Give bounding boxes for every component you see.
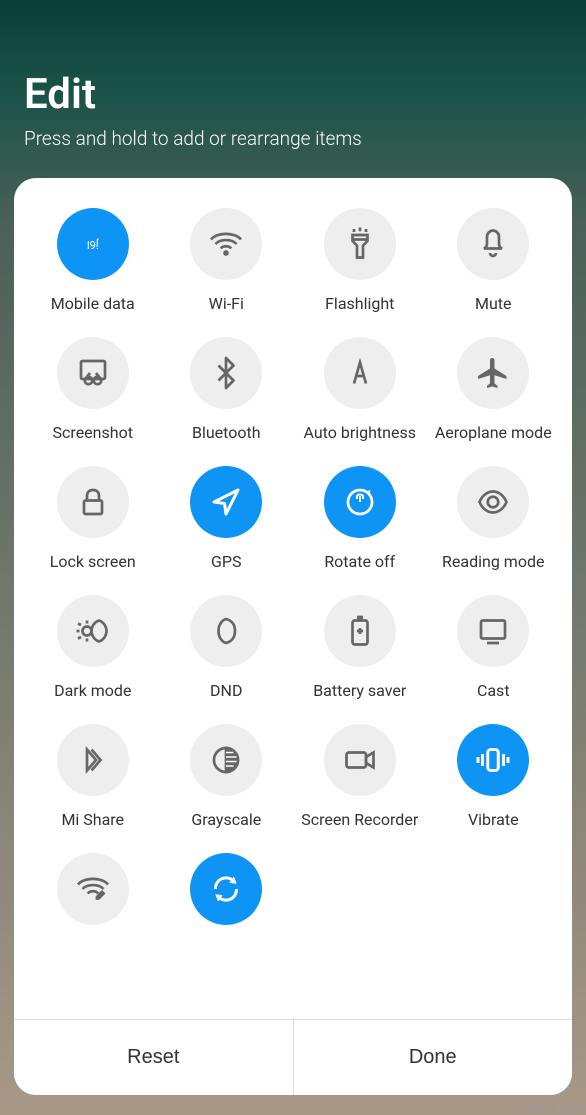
tile-bluetooth[interactable]: Bluetooth [160,337,294,442]
tile-label: Vibrate [468,810,519,829]
tile-label: Screenshot [53,423,133,442]
wifi-icon [190,208,262,280]
tile-dnd[interactable]: DND [160,595,294,700]
tile-label: Screen Recorder [301,810,418,829]
tile-wifi-edit[interactable] [26,853,160,939]
tile-gps[interactable]: GPS [160,466,294,571]
tile-label: Reading mode [442,552,544,571]
battery-icon [324,595,396,667]
tile-sync[interactable] [160,853,294,939]
tile-rotate[interactable]: Rotate off [293,466,427,571]
tile-wifi[interactable]: Wi-Fi [160,208,294,313]
tile-label: Lock screen [50,552,136,571]
tile-label: Cast [477,681,510,700]
tile-label: Mobile data [51,294,135,313]
tile-cast[interactable]: Cast [427,595,561,700]
screen-record-icon [324,724,396,796]
tile-label: Aeroplane mode [435,423,552,442]
rotate-icon [324,466,396,538]
tile-screen-record[interactable]: Screen Recorder [293,724,427,829]
tile-auto-brightness[interactable]: Auto brightness [293,337,427,442]
watermark: wsxdn.com [526,1100,582,1113]
bluetooth-icon [190,337,262,409]
reading-icon [457,466,529,538]
mi-share-icon [57,724,129,796]
tile-label: Auto brightness [303,423,416,442]
tiles-panel: j6l Mobile data Wi-Fi Flashlight Mute Screens… [14,178,572,1095]
tile-label: Bluetooth [192,423,261,442]
page-subtitle: Press and hold to add or rearrange items [24,127,562,150]
tile-label: Rotate off [324,552,395,571]
cast-icon [457,595,529,667]
mute-icon [457,208,529,280]
tile-label: DND [210,681,242,700]
dnd-icon [190,595,262,667]
tile-label: Grayscale [191,810,261,829]
tile-lock[interactable]: Lock screen [26,466,160,571]
flashlight-icon [324,208,396,280]
tile-mi-share[interactable]: Mi Share [26,724,160,829]
dark-mode-icon [57,595,129,667]
tile-label: Dark mode [54,681,131,700]
tile-label: GPS [211,552,242,571]
lock-icon [57,466,129,538]
page-title: Edit [24,70,562,119]
tile-label: Mute [475,294,512,313]
tile-dark-mode[interactable]: Dark mode [26,595,160,700]
gps-icon [190,466,262,538]
grayscale-icon [190,724,262,796]
tile-battery[interactable]: Battery saver [293,595,427,700]
tile-label: Battery saver [313,681,406,700]
tile-reading[interactable]: Reading mode [427,466,561,571]
tile-aeroplane[interactable]: Aeroplane mode [427,337,561,442]
wifi-edit-icon [57,853,129,925]
tile-label: Mi Share [61,810,124,829]
tile-grayscale[interactable]: Grayscale [160,724,294,829]
aeroplane-icon [457,337,529,409]
tile-label: Wi-Fi [209,294,244,313]
tile-flashlight[interactable]: Flashlight [293,208,427,313]
mobile-data-icon: j6l [57,208,129,280]
footer: Reset Done [14,1019,572,1095]
reset-button[interactable]: Reset [14,1020,294,1095]
tile-mute[interactable]: Mute [427,208,561,313]
tile-mobile-data[interactable]: j6l Mobile data [26,208,160,313]
screenshot-icon [57,337,129,409]
tile-label: Flashlight [325,294,394,313]
vibrate-icon [457,724,529,796]
auto-brightness-icon [324,337,396,409]
tile-screenshot[interactable]: Screenshot [26,337,160,442]
done-button[interactable]: Done [294,1020,573,1095]
sync-icon [190,853,262,925]
tile-vibrate[interactable]: Vibrate [427,724,561,829]
